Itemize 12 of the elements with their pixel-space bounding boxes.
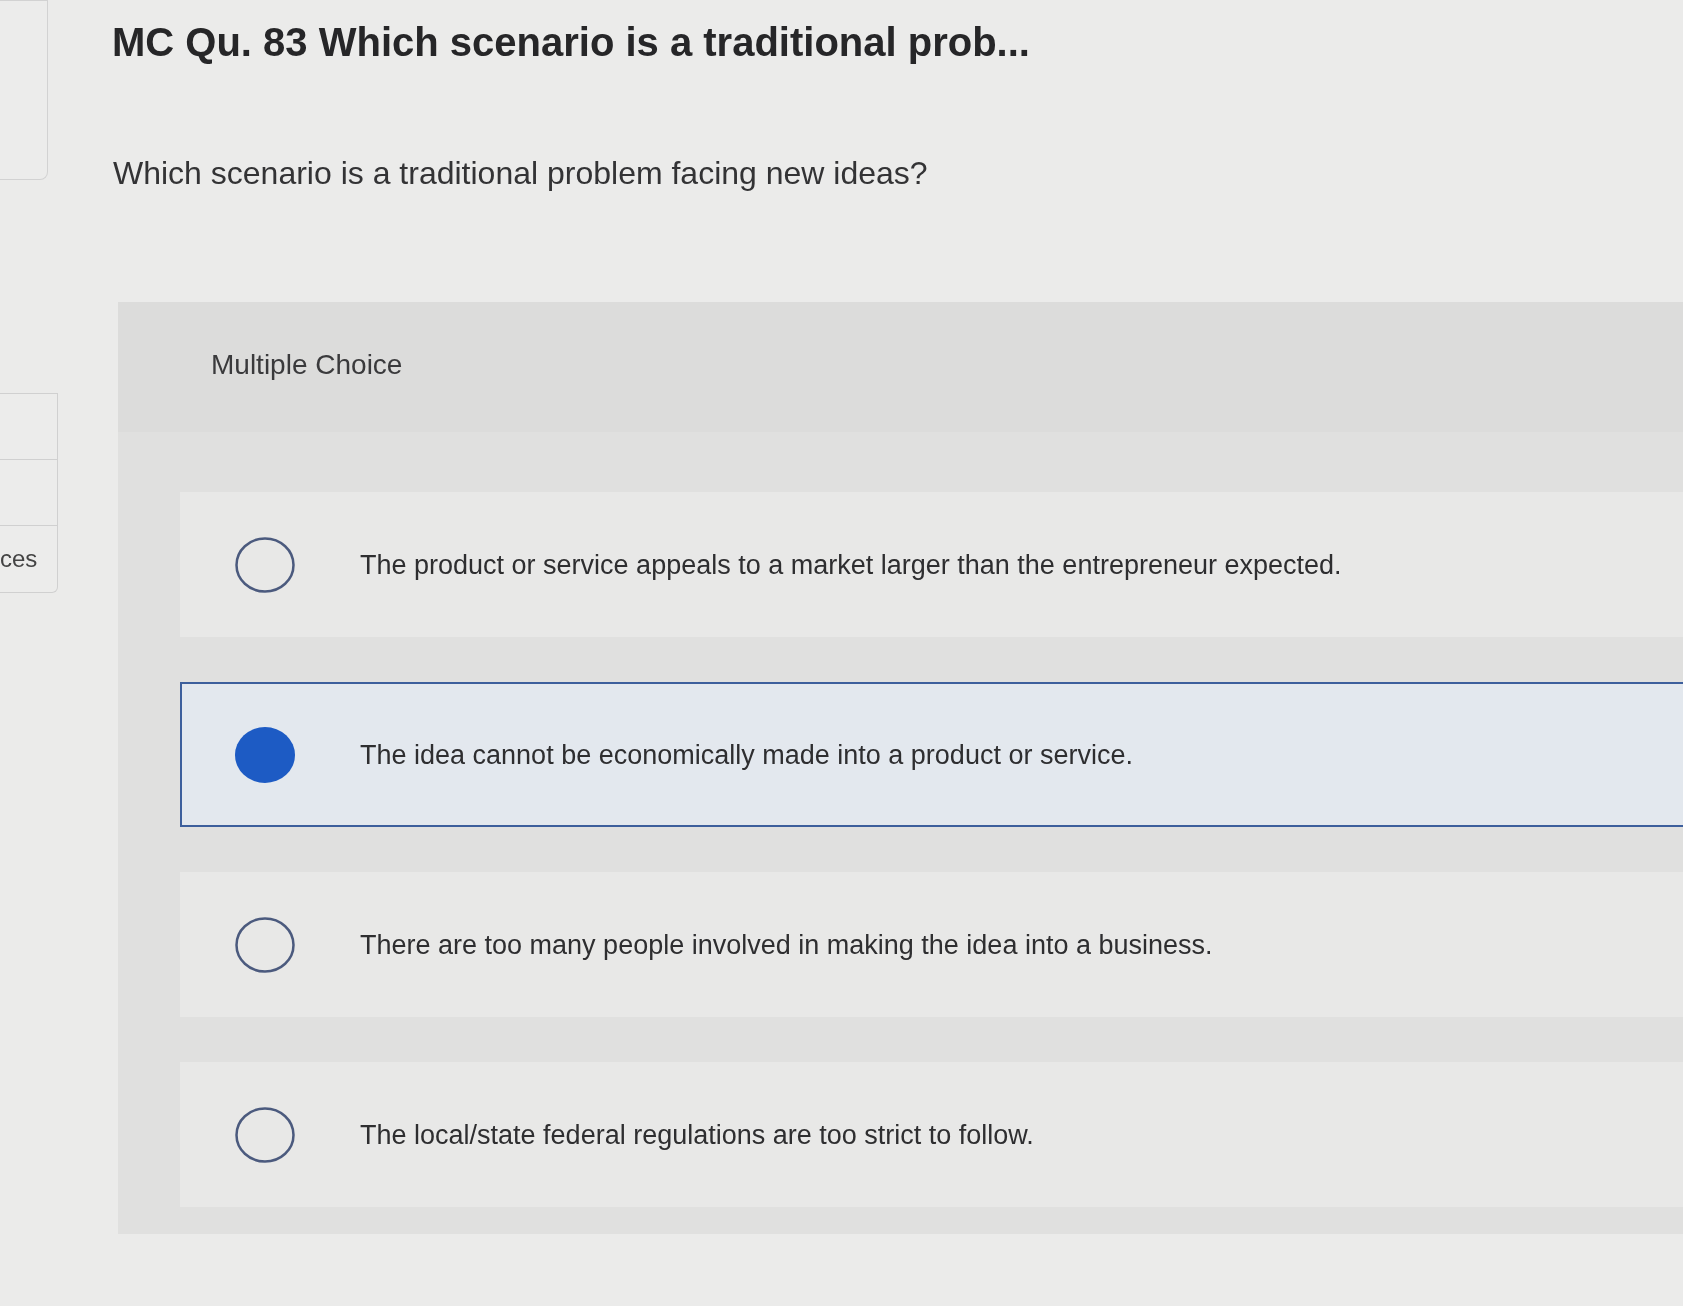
question-title: MC Qu. 83 Which scenario is a traditional prob... bbox=[112, 19, 1031, 66]
radio-icon[interactable] bbox=[235, 916, 295, 973]
question-text: Which scenario is a traditional problem facing new ideas? bbox=[113, 154, 929, 193]
side-nav-label[interactable]: ces bbox=[0, 541, 38, 577]
answer-option[interactable]: There are too many people involved in making the idea into a business. bbox=[180, 872, 1683, 1018]
radio-icon[interactable] bbox=[235, 536, 295, 593]
radio-icon[interactable] bbox=[235, 1106, 295, 1163]
answer-option[interactable]: The product or service appeals to a market larger than the entrepreneur expected. bbox=[180, 492, 1683, 638]
answer-type-label: Multiple Choice bbox=[211, 349, 403, 381]
radio-selected-icon[interactable] bbox=[235, 726, 295, 783]
answer-option[interactable]: The local/state federal regulations are too strict to follow. bbox=[180, 1062, 1683, 1208]
answer-option[interactable]: The idea cannot be economically made into a product or service. bbox=[180, 682, 1683, 828]
